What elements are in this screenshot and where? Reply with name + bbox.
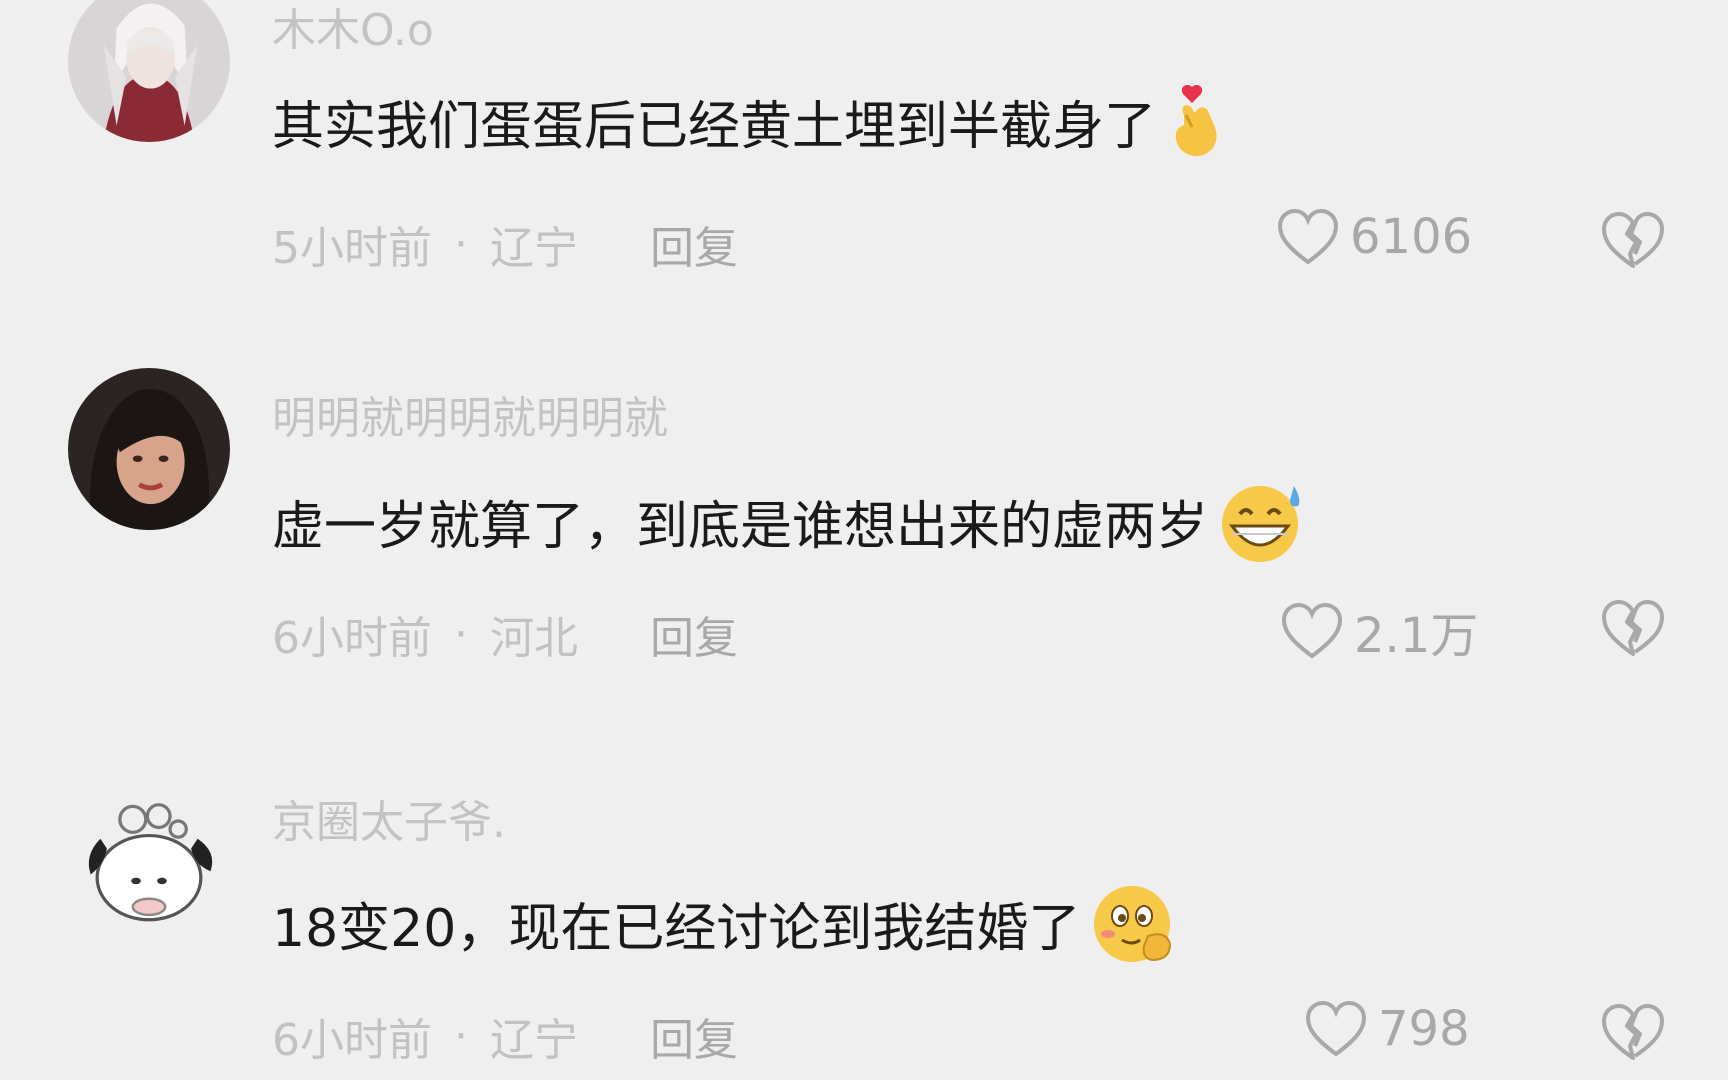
comment-location: 河北: [490, 613, 578, 664]
like-count: 2.1万: [1354, 608, 1479, 664]
comment-time: 6小时前: [272, 613, 432, 664]
grinning-sweat-icon: [1214, 478, 1310, 564]
dislike-button[interactable]: [1600, 598, 1666, 658]
reply-button[interactable]: 回复: [650, 602, 738, 666]
comment-location: 辽宁: [490, 1015, 578, 1066]
comment-text-body: 18变20，现在已经讨论到我结婚了: [272, 898, 1081, 959]
username[interactable]: 京圈太子爷.: [272, 786, 506, 850]
comment-text-body: 虚一岁就算了，到底是谁想出来的虚两岁: [272, 496, 1209, 557]
avatar[interactable]: [68, 368, 230, 530]
like-button[interactable]: 798: [1304, 1000, 1470, 1058]
like-button[interactable]: 2.1万: [1280, 596, 1478, 666]
comment-text: 18变20，现在已经讨论到我结婚了: [272, 880, 1182, 966]
meta-separator: ·: [454, 608, 468, 660]
avatar-cartoon-image: [68, 774, 230, 936]
heart-icon: [1305, 1000, 1367, 1057]
comment-time: 6小时前: [272, 1015, 432, 1066]
thinking-shy-icon: [1086, 880, 1182, 966]
avatar[interactable]: [68, 774, 230, 936]
broken-heart-icon: [1602, 600, 1664, 656]
comment-text: 虚一岁就算了，到底是谁想出来的虚两岁: [272, 478, 1310, 564]
like-count: 798: [1378, 1001, 1470, 1057]
meta-separator: ·: [454, 1010, 468, 1062]
comment-meta: 6小时前 · 河北 回复: [272, 602, 738, 666]
heart-icon: [1281, 602, 1343, 659]
comment-meta: 6小时前 · 辽宁 回复: [272, 1004, 738, 1068]
dislike-button[interactable]: [1600, 1002, 1666, 1062]
avatar-portrait-image: [68, 368, 230, 530]
broken-heart-icon: [1602, 1004, 1664, 1060]
reply-button[interactable]: 回复: [650, 1004, 738, 1068]
comment-item: 京圈太子爷. 18变20，现在已经讨论到我结婚了 6小时前 · 辽宁 回复 79…: [0, 0, 1728, 1066]
username[interactable]: 明明就明明就明明就: [272, 382, 668, 446]
